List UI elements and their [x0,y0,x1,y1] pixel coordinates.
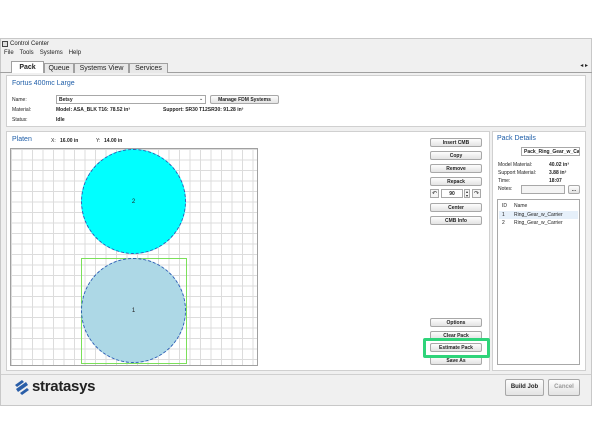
menu-help[interactable]: Help [69,50,81,56]
notes-input[interactable] [521,185,565,194]
estimate-pack-button[interactable]: Estimate Pack [430,343,482,352]
parts-table: ID Name 1 Ring_Gear_w_Carrier 2 Ring_Gea… [497,199,580,365]
cancel-button[interactable]: Cancel [548,379,580,396]
row-name: Ring_Gear_w_Carrier [514,212,563,218]
rotate-left-icon[interactable]: ↶ [430,189,439,198]
model-material-value: Model: ASA_BLK T16: 78.52 in³ [56,107,130,113]
tab-strip: Pack Queue Systems View Services ◂ ▸ [0,61,592,73]
menu-bar: File Tools Systems Help [0,50,592,59]
support-material-amount: 3.88 in³ [549,170,567,176]
platen-x-value: 16.00 in [60,138,79,144]
build-job-button[interactable]: Build Job [505,379,544,396]
tab-systems-view[interactable]: Systems View [74,63,129,73]
printer-panel: Fortus 400mc Large Name: Betsy ⌄ Manage … [6,75,586,127]
time-value: 18:07 [549,178,562,184]
tab-services[interactable]: Services [129,63,168,73]
platen-x-label: X: [51,138,56,144]
rotate-angle-input[interactable]: 90 [441,189,463,198]
name-label: Name: [12,97,27,103]
window-title: Control Center [10,41,50,47]
row-id: 1 [502,212,505,218]
platen-title: Platen [12,136,32,143]
support-material-value: Support: SR30 T12SR30: 91.28 in³ [163,107,244,113]
stratasys-logo: stratasys [14,378,95,395]
row-name: Ring_Gear_w_Carrier [514,220,563,226]
support-material-label: Support Material: [498,170,537,176]
copy-button[interactable]: Copy [430,151,482,160]
title-bar: Control Center [0,40,592,50]
printer-title: Fortus 400mc Large [12,80,75,87]
col-name-header: Name [514,203,528,209]
stratasys-logo-text: stratasys [32,378,96,395]
platen-y-label: Y: [96,138,101,144]
cmb-info-button[interactable]: CMB Info [430,216,482,225]
model-material-label: Model Material: [498,162,533,168]
center-button[interactable]: Center [430,203,482,212]
part-2-label: 2 [131,198,136,205]
col-id-header: ID [502,203,507,209]
stepper-icon[interactable]: ▴ ▾ [464,189,470,198]
options-button[interactable]: Options [430,318,482,327]
model-material-amount: 40.02 in³ [549,162,570,168]
material-label: Material: [12,107,32,113]
row-id: 2 [502,220,505,226]
status-value: Idle [56,117,65,123]
menu-file[interactable]: File [4,50,14,56]
stratasys-logo-icon [14,379,30,395]
time-label: Time: [498,178,511,184]
remove-button[interactable]: Remove [430,164,482,173]
platen-y-value: 14.00 in [104,138,123,144]
tab-scroll-arrows-icon[interactable]: ◂ ▸ [580,62,588,69]
menu-systems[interactable]: Systems [40,50,63,56]
printer-name-select[interactable]: Betsy [56,95,206,104]
pack-details-title: Pack Details [497,135,536,142]
repack-button[interactable]: Repack [430,177,482,186]
chevron-down-icon[interactable]: ⌄ [199,95,203,104]
manage-fdm-systems-button[interactable]: Manage FDM Systems [210,95,279,104]
app-icon [2,41,8,47]
status-label: Status: [12,117,28,123]
notes-browse-button[interactable]: ... [568,185,580,194]
tab-pack[interactable]: Pack [11,61,44,73]
table-row[interactable]: 2 Ring_Gear_w_Carrier [499,219,578,227]
tab-queue[interactable]: Queue [44,63,74,73]
rotate-right-icon[interactable]: ↷ [472,189,481,198]
pack-name-input[interactable]: Pack_Ring_Gear_w_Carrier [521,147,580,156]
insert-cmb-button[interactable]: Insert CMB [430,138,482,147]
notes-label: Notes: [498,186,513,192]
menu-tools[interactable]: Tools [20,50,34,56]
part-1-label: 1 [131,307,136,314]
part-2[interactable]: 2 [81,149,186,254]
part-1[interactable]: 1 [81,258,186,363]
table-row[interactable]: 1 Ring_Gear_w_Carrier [499,211,578,219]
